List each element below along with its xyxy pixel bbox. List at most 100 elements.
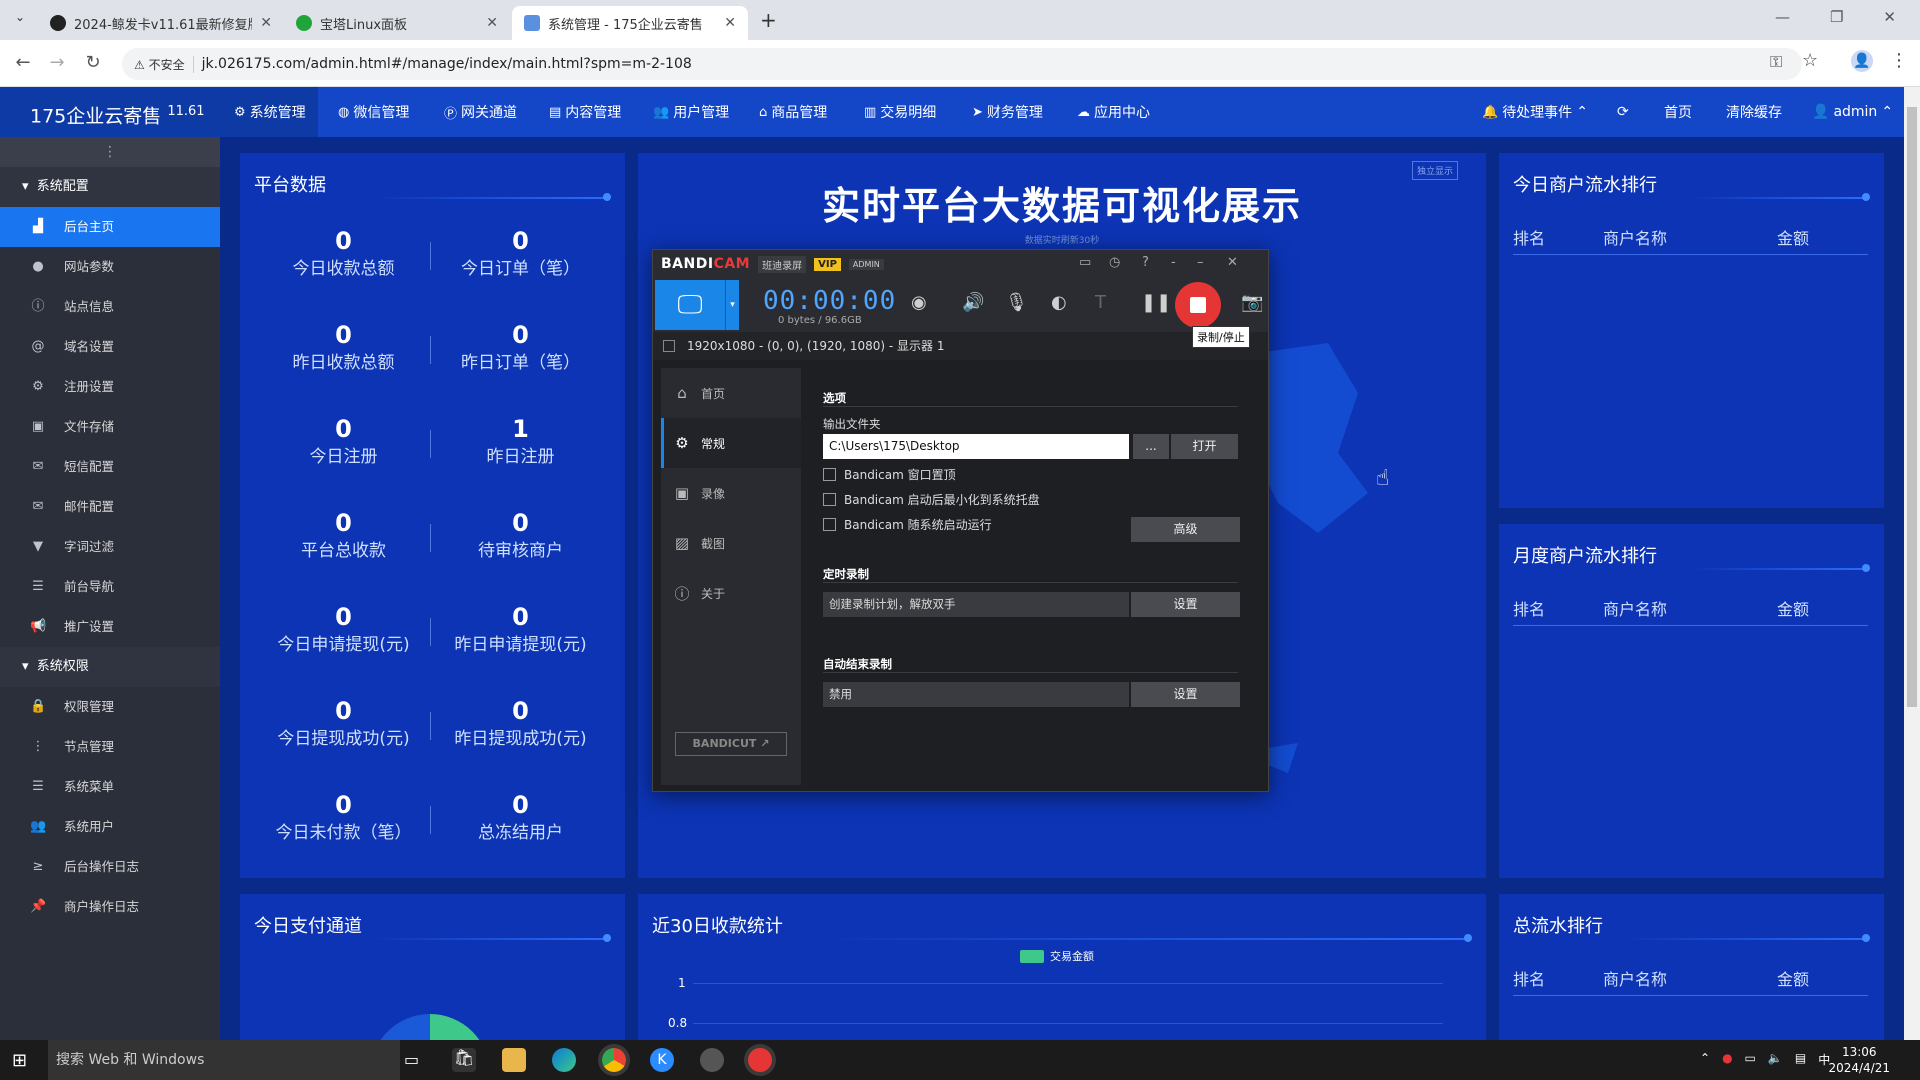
volume-icon[interactable]: 🔈 (1768, 1051, 1783, 1068)
mouse-effect-icon[interactable]: ◐ (1051, 292, 1067, 313)
speaker-icon[interactable]: 🔊 (962, 292, 984, 313)
url-input[interactable]: ⚠ 不安全 jk.026175.com/admin.html#/manage/i… (122, 48, 1802, 80)
nav-finance[interactable]: ➤ 财务管理 (960, 87, 1055, 137)
sidebar-item-merchant-log[interactable]: 📌 商户操作日志 (0, 887, 220, 927)
auto-stop-set-button[interactable]: 设置 (1131, 682, 1240, 707)
sidebar-item-sys-users[interactable]: 👥 系统用户 (0, 807, 220, 847)
sidebar-item-menu[interactable]: ☰ 系统菜单 (0, 767, 220, 807)
record-stop-button[interactable] (1175, 282, 1221, 328)
bookmark-star-icon[interactable]: ☆ (1802, 50, 1818, 71)
close-icon[interactable]: ✕ (1883, 8, 1896, 26)
microphone-icon[interactable]: 🎙 (1005, 292, 1028, 313)
chrome-icon[interactable] (602, 1048, 626, 1072)
sidebar-item-dashboard[interactable]: ▟ 后台主页 (0, 207, 220, 247)
webcam-off-icon[interactable]: ◉ (911, 292, 927, 313)
chevron-up-icon[interactable]: ⌃ (1700, 1051, 1710, 1068)
area-checkbox[interactable] (663, 340, 675, 352)
standalone-button[interactable]: 独立显示 (1411, 161, 1458, 180)
output-folder-input[interactable]: C:\Users\175\Desktop (823, 434, 1129, 459)
edge-icon[interactable] (552, 1048, 576, 1072)
sidebar-item-filter[interactable]: ▼ 字词过滤 (0, 527, 220, 567)
clock-icon[interactable]: ◷ (1109, 255, 1120, 270)
sidebar-group-permissions[interactable]: ▾ 系统权限 (0, 647, 220, 687)
pending-events[interactable]: 🔔 待处理事件 ⌃ (1470, 87, 1600, 137)
password-key-icon[interactable]: ⚿ (1770, 52, 1782, 72)
nav-wechat[interactable]: ◍ 微信管理 (326, 87, 421, 137)
bandicam-taskbar-icon[interactable] (748, 1048, 772, 1072)
sidebar-item-site-params[interactable]: ● 网站参数 (0, 247, 220, 287)
forward-icon[interactable]: → (44, 50, 70, 76)
insecure-badge[interactable]: ⚠ 不安全 (134, 55, 194, 73)
new-tab-button[interactable]: + (760, 8, 777, 32)
sidebar-toggle[interactable]: ⋮ (0, 137, 220, 167)
minimize-icon[interactable]: — (1775, 8, 1790, 26)
sidebar-item-sms[interactable]: ✉ 短信配置 (0, 447, 220, 487)
help-icon[interactable]: ? (1142, 255, 1149, 270)
network-icon[interactable]: ▭ (1745, 1051, 1756, 1068)
task-view-icon[interactable]: ▭ (404, 1050, 419, 1069)
bandicut-button[interactable]: BANDICUT ↗ (675, 732, 787, 756)
close-icon[interactable]: ✕ (1227, 255, 1238, 270)
sidebar-group-config[interactable]: ▾ 系统配置 (0, 167, 220, 207)
capture-area-bar[interactable]: 1920x1080 - (0, 0), (1920, 1080) - 显示器 1 (653, 332, 1268, 360)
timer-rec-set-button[interactable]: 设置 (1131, 592, 1240, 617)
store-icon[interactable]: 🛍 (452, 1048, 476, 1072)
browser-tab-active[interactable]: 系统管理 - 175企业云寄售 ✕ (512, 6, 748, 40)
mode-dropdown-arrow[interactable]: ▾ (725, 280, 739, 330)
record-tray-icon[interactable]: ● (1722, 1051, 1732, 1068)
nav-users[interactable]: 👥 用户管理 (641, 87, 741, 137)
nav-content[interactable]: ▤ 内容管理 (537, 87, 633, 137)
sidebar-item-domain[interactable]: @ 域名设置 (0, 327, 220, 367)
nav-apps[interactable]: ☁ 应用中心 (1065, 87, 1162, 137)
scroll-thumb[interactable] (1907, 107, 1917, 707)
clear-cache-link[interactable]: 清除缓存 (1714, 87, 1794, 137)
nav-transactions[interactable]: ▥ 交易明细 (852, 87, 948, 137)
sidebar-item-front-nav[interactable]: ☰ 前台导航 (0, 567, 220, 607)
k-app-icon[interactable]: K (650, 1048, 674, 1072)
camera-icon[interactable]: 📷 (1241, 292, 1263, 313)
app-logo[interactable]: 175企业云寄售 11.61 (0, 87, 222, 137)
profile-icon[interactable]: 👤 (1851, 50, 1873, 72)
tab-search-button[interactable]: ⌄ (10, 10, 30, 30)
sidebar-item-admin-log[interactable]: ≥ 后台操作日志 (0, 847, 220, 887)
file-explorer-icon[interactable] (502, 1048, 526, 1072)
sidebar-item-promotion[interactable]: 📢 推广设置 (0, 607, 220, 647)
bandicam-titlebar[interactable]: BANDICAM 班迪录屏 VIP ADMIN ▭ ◷ ? - – ✕ (653, 250, 1268, 278)
minimize-icon[interactable]: – (1197, 255, 1204, 270)
menu-screenshot[interactable]: ▨ 截图 (661, 518, 801, 568)
advanced-button[interactable]: 高级 (1131, 517, 1240, 542)
browser-tab[interactable]: 宝塔Linux面板 ✕ (284, 6, 510, 40)
chart-legend[interactable]: 交易金额 (1020, 948, 1094, 964)
browse-button[interactable]: ... (1133, 434, 1169, 459)
pause-icon[interactable]: ❚❚ (1141, 292, 1171, 313)
menu-video[interactable]: ▣ 录像 (661, 468, 801, 518)
folder-icon[interactable]: ▭ (1079, 255, 1091, 270)
browser-tab[interactable]: 2024-鲸发卡v11.61最新修复版 ✕ (38, 6, 284, 40)
page-scrollbar[interactable] (1904, 87, 1920, 1040)
taskbar-search[interactable]: 搜索 Web 和 Windows (48, 1040, 400, 1080)
menu-about[interactable]: ⓘ 关于 (661, 568, 801, 618)
menu-general[interactable]: ⚙ 常规 (661, 418, 801, 468)
windows-start-icon[interactable]: ⊞ (12, 1050, 27, 1071)
menu-dots-icon[interactable]: ⋮ (1890, 50, 1908, 71)
tool-app-icon[interactable] (700, 1048, 724, 1072)
close-icon[interactable]: ✕ (724, 15, 736, 31)
notification-icon[interactable]: ▤ (1795, 1051, 1806, 1068)
close-icon[interactable]: ✕ (260, 15, 272, 31)
topmost-checkbox[interactable]: Bandicam 窗口置顶 (823, 466, 956, 483)
restore-icon[interactable]: ❐ (1830, 8, 1843, 26)
sidebar-item-permissions[interactable]: 🔒 权限管理 (0, 687, 220, 727)
autostart-checkbox[interactable]: Bandicam 随系统启动运行 (823, 516, 992, 533)
back-icon[interactable]: ← (10, 50, 36, 76)
taskbar-clock[interactable]: 13:06 2024/4/21 (1828, 1044, 1890, 1076)
sidebar-item-storage[interactable]: ▣ 文件存储 (0, 407, 220, 447)
nav-products[interactable]: ⌂ 商品管理 (747, 87, 839, 137)
sidebar-item-site-info[interactable]: ⓘ 站点信息 (0, 287, 220, 327)
reload-icon[interactable]: ↻ (80, 50, 106, 76)
sidebar-item-email[interactable]: ✉ 邮件配置 (0, 487, 220, 527)
collapse-icon[interactable]: - (1171, 255, 1176, 270)
user-menu[interactable]: 👤 admin ⌃ (1800, 87, 1905, 137)
sidebar-item-nodes[interactable]: ⋮ 节点管理 (0, 727, 220, 767)
minimize-tray-checkbox[interactable]: Bandicam 启动后最小化到系统托盘 (823, 491, 1040, 508)
open-folder-button[interactable]: 打开 (1171, 434, 1238, 459)
